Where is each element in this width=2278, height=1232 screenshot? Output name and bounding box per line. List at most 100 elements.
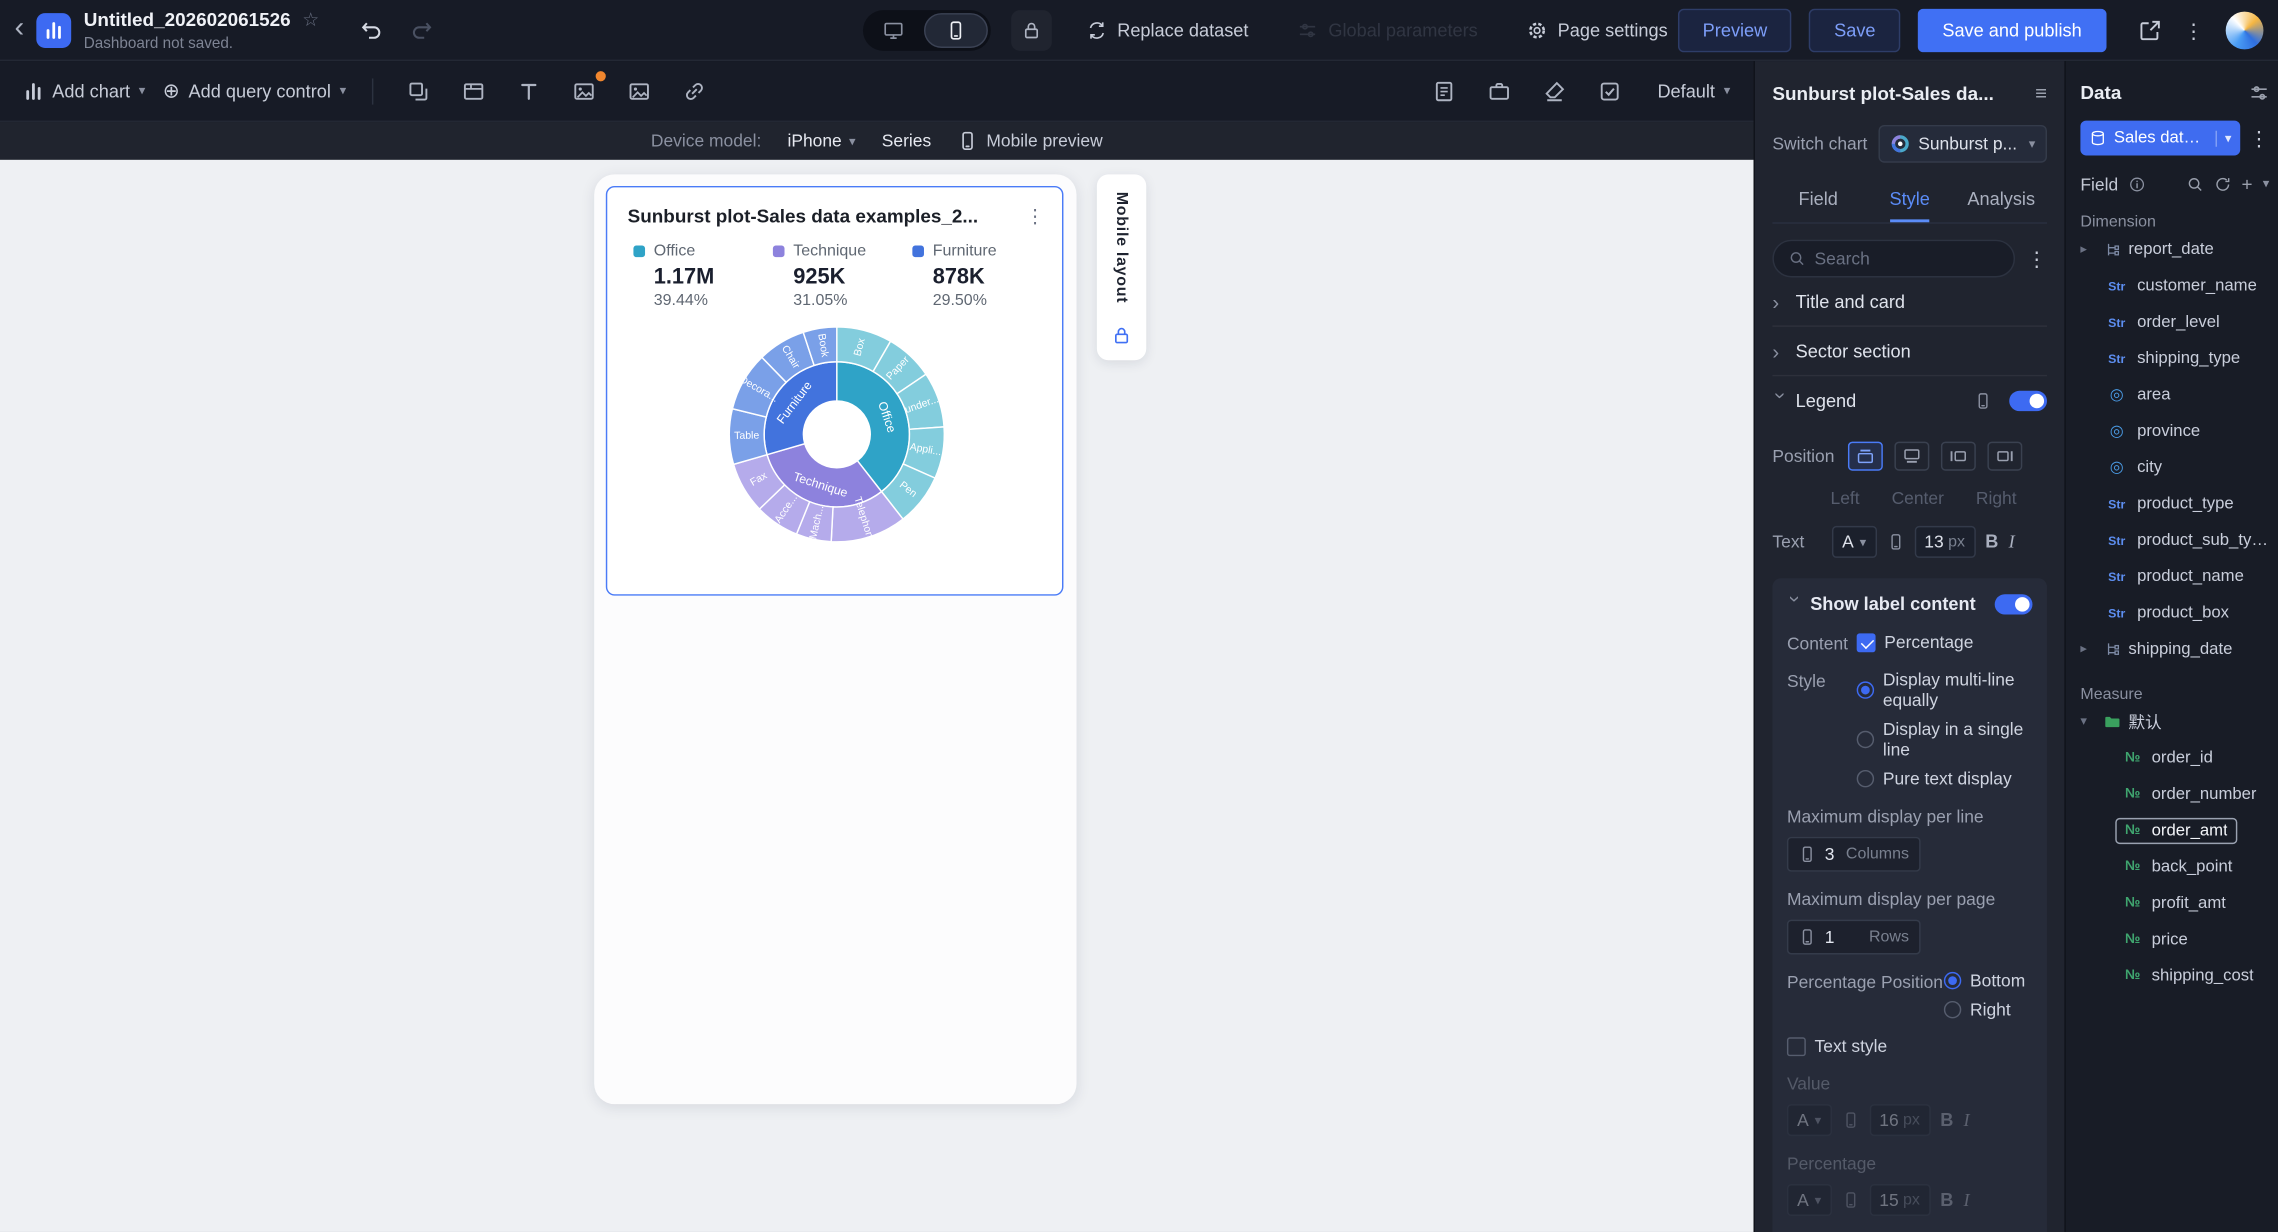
add-field-icon[interactable]: +: [2241, 173, 2252, 195]
radio-off[interactable]: [1943, 1000, 1962, 1019]
save-button[interactable]: Save: [1809, 8, 1901, 53]
style-search-input[interactable]: [1814, 248, 2000, 269]
todo-button[interactable]: [1591, 72, 1629, 110]
theme-select[interactable]: Default ▾: [1657, 81, 1730, 101]
field-refresh-icon[interactable]: [2214, 175, 2231, 192]
measure-item[interactable]: № order_id: [2115, 739, 2269, 775]
radio-off[interactable]: [1856, 730, 1875, 749]
share-export-icon[interactable]: [2139, 19, 2162, 42]
group-widgets-button[interactable]: [400, 72, 438, 110]
chart-menu-icon[interactable]: ⋮: [1026, 205, 1045, 228]
preview-button[interactable]: Preview: [1677, 8, 1792, 53]
dimension-item[interactable]: Str shipping_type: [2080, 340, 2269, 376]
more-menu-icon[interactable]: ⋮: [2184, 20, 2204, 40]
measure-item[interactable]: № order_number: [2115, 776, 2269, 812]
measure-item[interactable]: № shipping_cost: [2115, 957, 2269, 993]
style-option-puretext[interactable]: Pure text display: [1856, 769, 2033, 789]
tab-field[interactable]: Field: [1772, 177, 1864, 222]
measure-item[interactable]: № price: [2115, 921, 2269, 957]
chart-type-select[interactable]: Sunburst p... ▾: [1878, 124, 2047, 163]
mobile-sync-icon[interactable]: [1887, 533, 1904, 550]
radio-off[interactable]: [1856, 769, 1875, 788]
dimension-item[interactable]: Str product_sub_type: [2080, 522, 2269, 558]
device-select[interactable]: iPhone ▾: [787, 131, 855, 151]
legend-position-top-button[interactable]: [1847, 441, 1883, 471]
radio-on[interactable]: [1943, 971, 1962, 990]
undo-icon[interactable]: [360, 18, 383, 41]
dimension-item[interactable]: ◎ city: [2080, 449, 2269, 485]
dataset-more-icon[interactable]: ⋮: [2249, 128, 2269, 148]
media-widget-button[interactable]: [621, 72, 659, 110]
dimension-item[interactable]: Str product_name: [2080, 558, 2269, 594]
section-sector[interactable]: › Sector section: [1772, 327, 2047, 377]
sunburst-svg[interactable]: OfficeBoxPaperunder...Appli...PenTechniq…: [607, 309, 1063, 559]
show-label-content-header[interactable]: › Show label content: [1784, 593, 2033, 616]
dataset-select[interactable]: Sales data exam... ▾: [2080, 120, 2241, 156]
bold-button[interactable]: B: [1985, 532, 1998, 552]
collapse-caret-icon[interactable]: ▾: [2080, 713, 2096, 729]
add-query-control-button[interactable]: ⊕ Add query control ▾: [163, 78, 346, 103]
dimension-item[interactable]: Str product_type: [2080, 485, 2269, 521]
replace-dataset-button[interactable]: Replace dataset: [1087, 20, 1248, 41]
dimension-item[interactable]: Str customer_name: [2080, 267, 2269, 303]
page-settings-button[interactable]: Page settings: [1527, 20, 1668, 41]
expand-caret-icon[interactable]: ▸: [2080, 241, 2096, 257]
link-widget-button[interactable]: [676, 72, 714, 110]
desktop-mode-button[interactable]: [863, 10, 924, 51]
tab-container-button[interactable]: [455, 72, 493, 110]
legend-item[interactable]: Office 1.17M 39.44%: [633, 243, 772, 309]
format-painter-button[interactable]: [1535, 72, 1573, 110]
percentage-checkbox-option[interactable]: Percentage: [1856, 632, 1973, 652]
tab-style[interactable]: Style: [1864, 177, 1956, 223]
user-avatar[interactable]: [2225, 11, 2264, 50]
measure-item-selected[interactable]: № order_amt: [2115, 812, 2269, 848]
measure-folder[interactable]: ▾ 默认: [2080, 703, 2269, 739]
series-select[interactable]: Series: [882, 131, 931, 151]
layout-lock-icon[interactable]: [1111, 325, 1131, 345]
dimension-item[interactable]: ◎ province: [2080, 413, 2269, 449]
text-widget-button[interactable]: [510, 72, 548, 110]
outline-button[interactable]: [1425, 72, 1463, 110]
mobile-layout-tab[interactable]: Mobile layout: [1096, 174, 1147, 361]
legend-font-select[interactable]: A ▾: [1831, 525, 1877, 558]
add-chart-button[interactable]: Add chart ▾: [23, 81, 145, 101]
legend-position-left-button[interactable]: [1940, 441, 1976, 471]
mobile-mode-button[interactable]: [923, 13, 988, 48]
style-option-multiline[interactable]: Display multi-line equally: [1856, 670, 2033, 710]
legend-position-right-button[interactable]: [1987, 441, 2023, 471]
dimension-item[interactable]: Str product_box: [2080, 594, 2269, 630]
dimension-item[interactable]: ◎ area: [2080, 376, 2269, 412]
max-per-line-input[interactable]: 3 Columns: [1786, 836, 1921, 872]
style-more-icon[interactable]: ⋮: [2027, 248, 2047, 268]
components-button[interactable]: [1480, 72, 1518, 110]
field-search-icon[interactable]: [2186, 175, 2203, 192]
favorite-star-icon[interactable]: ☆: [302, 8, 319, 31]
dimension-item[interactable]: ▸ shipping_date: [2080, 631, 2269, 667]
style-option-singleline[interactable]: Display in a single line: [1856, 719, 2033, 760]
legend-item[interactable]: Furniture 878K 29.50%: [912, 243, 1051, 309]
text-style-checkbox[interactable]: [1786, 1036, 1806, 1056]
max-per-page-input[interactable]: 1 Rows: [1786, 919, 1921, 955]
legend-position-bottom-button[interactable]: [1894, 441, 1930, 471]
measure-item[interactable]: № back_point: [2115, 848, 2269, 884]
pct-position-bottom[interactable]: Bottom: [1943, 970, 2025, 991]
radio-on[interactable]: [1856, 681, 1875, 699]
dimension-item[interactable]: Str order_level: [2080, 304, 2269, 340]
mobile-sync-icon[interactable]: [1974, 392, 1991, 409]
show-label-content-toggle[interactable]: [1994, 594, 2033, 615]
save-and-publish-button[interactable]: Save and publish: [1917, 8, 2107, 53]
lock-button[interactable]: [1011, 10, 1052, 51]
data-panel-settings-icon[interactable]: [2249, 82, 2269, 102]
image-widget-button[interactable]: [566, 69, 608, 110]
back-icon[interactable]: ‹: [0, 12, 36, 48]
text-style-checkbox-option[interactable]: Text style: [1786, 1036, 1887, 1056]
mobile-preview-button[interactable]: Mobile preview: [957, 131, 1103, 151]
section-legend[interactable]: › Legend: [1770, 376, 2047, 425]
percentage-checkbox[interactable]: [1856, 632, 1876, 652]
section-title-and-card[interactable]: › Title and card: [1772, 277, 2047, 327]
measure-item[interactable]: № profit_amt: [2115, 885, 2269, 921]
panel-menu-icon[interactable]: ≡: [2035, 81, 2047, 104]
legend-font-size-input[interactable]: 13 px: [1914, 525, 1976, 558]
tab-analysis[interactable]: Analysis: [1955, 177, 2047, 222]
legend-toggle[interactable]: [2009, 390, 2047, 412]
